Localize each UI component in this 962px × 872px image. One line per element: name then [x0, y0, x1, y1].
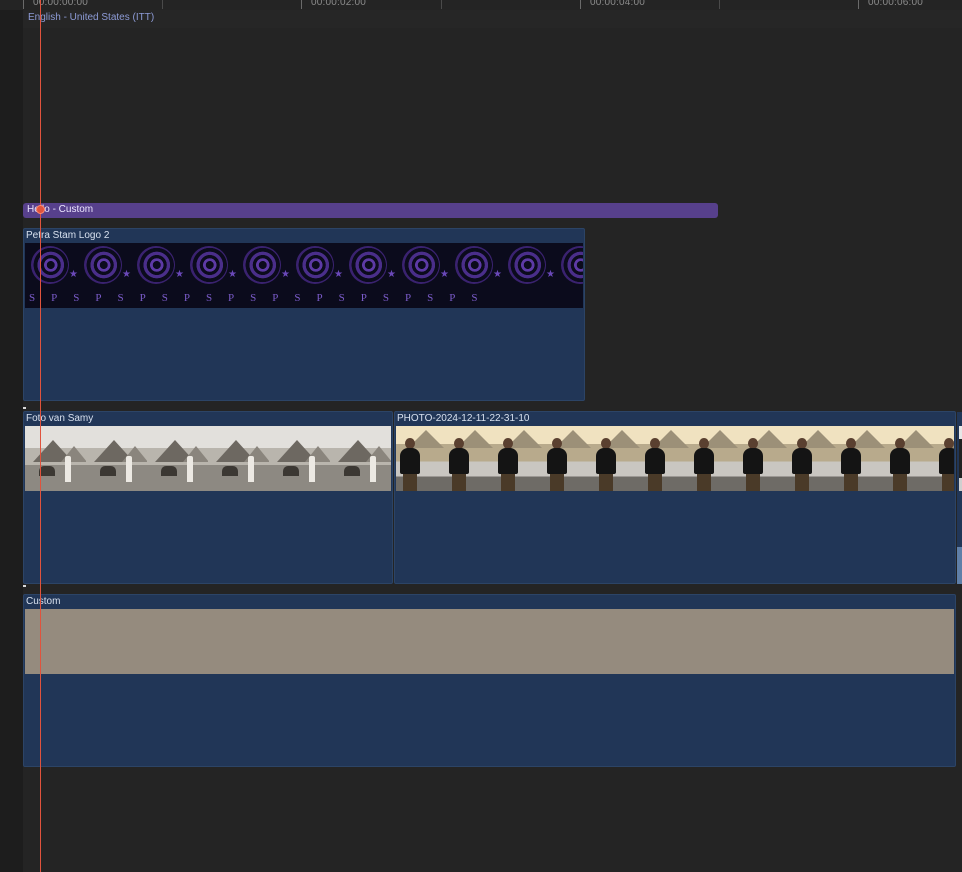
logo-filmstrip: ★★★★★★★★★★★SPSPSPSPSPSPSPSPSPSPS: [25, 243, 583, 308]
clip-offscreen-next[interactable]: [957, 412, 962, 584]
filmstrip-frame: ★: [502, 243, 555, 308]
ruler-tick: [858, 0, 859, 9]
title-clip-hello-custom[interactable]: Hello - Custom: [23, 203, 718, 218]
ruler-tick: [719, 0, 720, 9]
lane-marker: [23, 407, 26, 409]
ruler-tick: [441, 0, 442, 9]
playhead-handle[interactable]: [36, 205, 45, 214]
filmstrip-frame: [86, 426, 147, 491]
clip-label: Custom: [26, 596, 61, 607]
filmstrip-frame: [886, 426, 935, 491]
caption-lane-label: English - United States (ITT): [28, 12, 155, 23]
ruler-tick: [23, 0, 24, 9]
filmstrip-frame: [330, 426, 391, 491]
filmstrip-frame: [690, 426, 739, 491]
clip-label: Foto van Samy: [26, 413, 94, 424]
ruler-tick: [580, 0, 581, 9]
clip-custom-generator[interactable]: Custom: [23, 594, 956, 767]
playhead[interactable]: [40, 0, 41, 872]
ruler-timecode-2: 00:00:04:00: [590, 0, 646, 8]
ruler-timecode-3: 00:00:06:00: [868, 0, 924, 8]
filmstrip-frame: ★: [555, 243, 583, 308]
clip-label: Petra Stam Logo 2: [26, 230, 110, 241]
foto-filmstrip: [25, 426, 391, 491]
filmstrip-frame: [445, 426, 494, 491]
timeline-ruler[interactable]: 00:00:00:00 00:00:02:00 00:00:04:00 00:0…: [0, 0, 962, 10]
ruler-tick: [301, 0, 302, 9]
photo-filmstrip: [396, 426, 954, 491]
logo-glyph-row: SPSPSPSPSPSPSPSPSPSPS: [29, 292, 494, 304]
filmstrip-frame: [269, 426, 330, 491]
ruler-tick: [162, 0, 163, 9]
filmstrip-frame: [208, 426, 269, 491]
filmstrip-frame: [641, 426, 690, 491]
filmstrip-frame: [788, 426, 837, 491]
filmstrip-frame: [592, 426, 641, 491]
clip-label: PHOTO-2024-12-11-22-31-10: [397, 413, 530, 424]
filmstrip-frame: [935, 426, 954, 491]
custom-generator-preview: [25, 609, 954, 674]
clip-photo-2024-12-11[interactable]: PHOTO-2024-12-11-22-31-10: [394, 411, 956, 584]
clip-petra-stam-logo[interactable]: Petra Stam Logo 2 ★★★★★★★★★★★SPSPSPSPSPS…: [23, 228, 585, 401]
clip-foto-van-samy[interactable]: Foto van Samy: [23, 411, 393, 584]
filmstrip-frame: [147, 426, 208, 491]
filmstrip-frame: [739, 426, 788, 491]
timeline-gutter: [0, 0, 23, 872]
filmstrip-frame: [396, 426, 445, 491]
ruler-timecode-0: 00:00:00:00: [33, 0, 89, 8]
filmstrip-frame: [837, 426, 886, 491]
filmstrip-frame: [25, 426, 86, 491]
lane-marker: [23, 585, 26, 587]
caption-lane[interactable]: English - United States (ITT): [23, 10, 962, 28]
ruler-timecode-1: 00:00:02:00: [311, 0, 367, 8]
filmstrip-frame: [543, 426, 592, 491]
filmstrip-frame: [494, 426, 543, 491]
offscreen-clip-edge: [957, 547, 962, 584]
